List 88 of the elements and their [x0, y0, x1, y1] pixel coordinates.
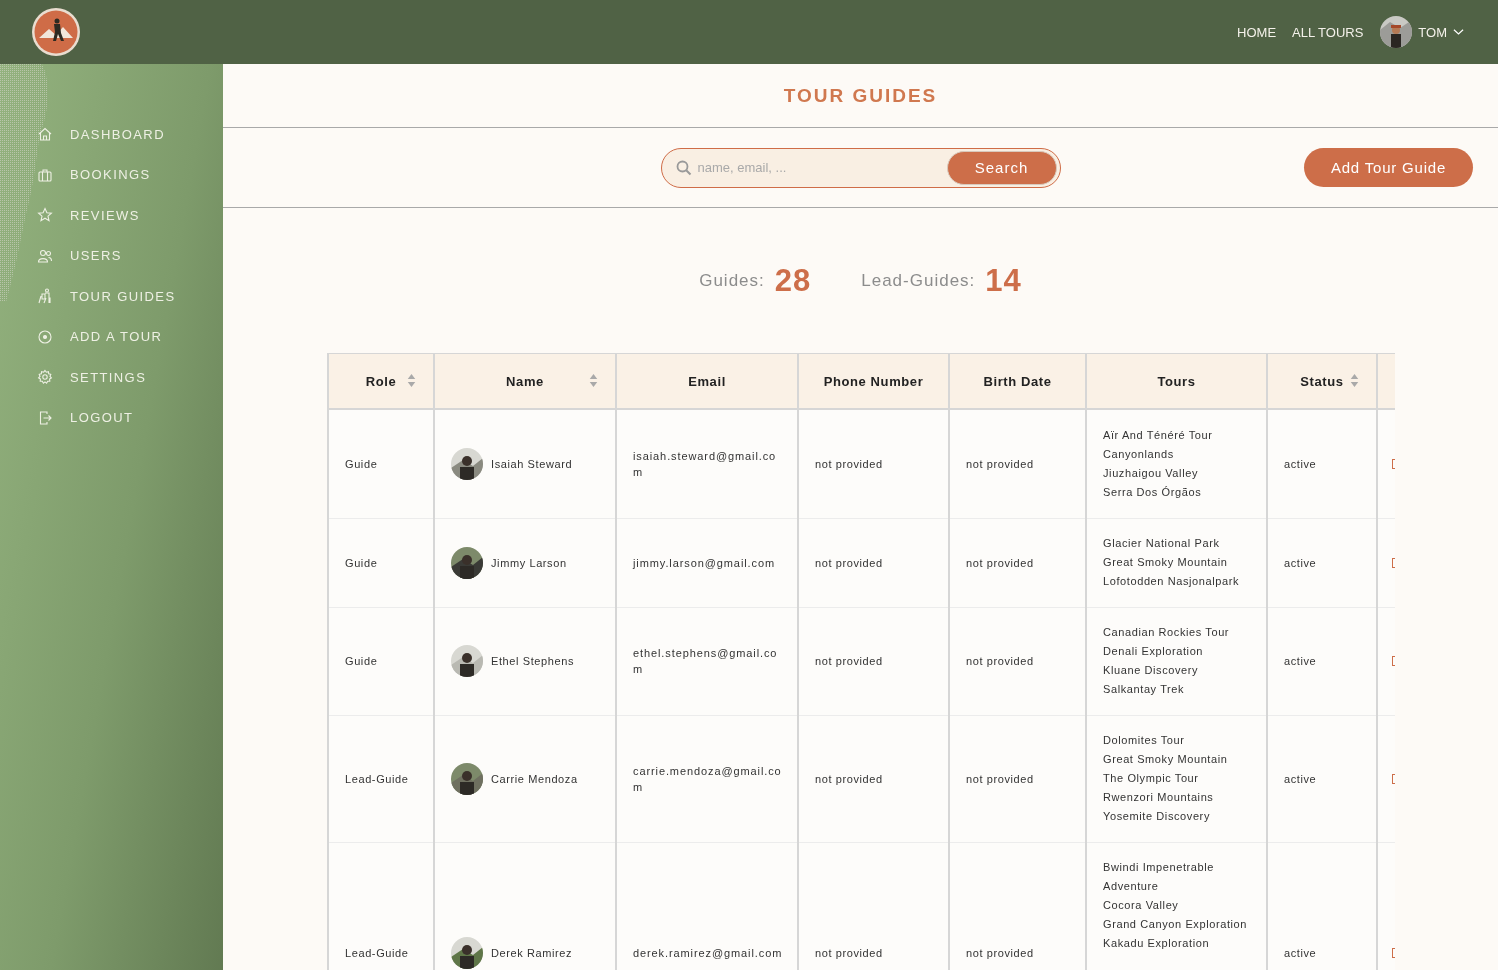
sidebar-item[interactable]: LOGOUT [37, 397, 223, 438]
tour-name: Denali Exploration [1103, 644, 1205, 659]
briefcase-icon [37, 166, 53, 183]
nav-link[interactable]: HOME [1237, 24, 1277, 40]
logo-icon[interactable] [31, 7, 81, 57]
page-title: TOUR GUIDES [783, 84, 938, 107]
tour-name: Bwindi Impenetrable Adventure [1103, 859, 1216, 894]
table-cell-text: derek.ramirez@gmail.com [633, 946, 784, 961]
tour-name: The Olympic Tour [1103, 771, 1200, 786]
sidebar-item[interactable]: ADD A TOUR [37, 316, 223, 357]
tour-name: Serra Dos Órgãos [1103, 484, 1203, 500]
table-cell: not provided [798, 518, 949, 607]
tour-name: Cocora Valley [1103, 897, 1180, 913]
tour-name: Kluane Discovery [1103, 663, 1200, 678]
table-cell: not provided [798, 715, 949, 842]
table-cell: not provided [798, 842, 949, 970]
table-cell: not provided [798, 607, 949, 715]
nav-link[interactable]: ALL TOURS [1292, 24, 1364, 40]
tour-name: Canadian Rockies Tour [1103, 625, 1231, 640]
table-cell: not provided [949, 409, 1086, 518]
stat-label: Guides: [699, 271, 765, 291]
table-cell: Guide [328, 607, 434, 715]
guide-name: Isaiah Steward [491, 457, 573, 470]
stat-value: 28 [774, 263, 812, 299]
tour-name: Jiuzhaigou Valley [1103, 465, 1199, 481]
table-cell: Guide [328, 518, 434, 607]
tour-name: Great Smoky Mountain [1103, 752, 1229, 767]
table-cell: Guide [328, 409, 434, 518]
column-header[interactable]: Role [328, 353, 434, 409]
tour-name: Dolomites Tour [1103, 733, 1186, 748]
column-header[interactable]: Status [1267, 353, 1377, 409]
sidebar-item[interactable]: REVIEWS [37, 195, 223, 236]
column-header: Phone Number [798, 353, 949, 409]
column-header[interactable]: Name [434, 353, 616, 409]
table-cell: active [1267, 518, 1377, 607]
tour-name: Glacier National Park [1103, 536, 1221, 551]
table-cell: not provided [949, 518, 1086, 607]
table-cell-text: ethel.stephens@gmail.com [633, 646, 779, 677]
tour-name: Salkantay Trek [1103, 682, 1186, 697]
gear-icon [37, 369, 53, 386]
table-cell: active [1267, 409, 1377, 518]
tour-name: Canyonlands [1103, 446, 1175, 462]
guide-name: Derek Ramirez [491, 947, 573, 959]
table-cell-text: carrie.mendoza@gmail.com [633, 763, 783, 795]
tour-name: Great Smoky Mountain [1103, 555, 1229, 570]
tour-name: Grand Canyon Exploration [1103, 916, 1249, 932]
sort-icon [1350, 373, 1359, 388]
column-header: Tours [1086, 353, 1267, 409]
table-cell: not provided [949, 842, 1086, 970]
guide-name: Jimmy Larson [491, 556, 567, 569]
tour-name: Aïr And Ténéré Tour [1103, 427, 1214, 443]
guide-name: Ethel Stephens [491, 655, 574, 667]
tour-name: Yosemite Discovery [1103, 809, 1211, 824]
table-cell: not provided [949, 715, 1086, 842]
sidebar-item[interactable]: TOUR GUIDES [37, 276, 223, 317]
star-icon [37, 207, 53, 224]
column-header: Email [616, 353, 798, 409]
table-cell: not provided [798, 409, 949, 518]
home-icon [37, 126, 53, 143]
table-cell: active [1267, 842, 1377, 970]
users-icon [37, 247, 53, 264]
stat-label: Lead-Guides: [861, 271, 976, 291]
user-menu[interactable]: TOM [1418, 24, 1464, 40]
tour-name: Kakadu Exploration [1103, 935, 1211, 951]
logout-icon [37, 409, 53, 426]
tour-name: Lofotodden Nasjonalpark [1103, 574, 1241, 589]
search-field[interactable]: name, email, ... Search [660, 147, 1061, 188]
search-icon [675, 159, 692, 176]
sort-icon [407, 373, 416, 388]
sort-icon [589, 373, 598, 388]
table-cell: active [1267, 715, 1377, 842]
column-header: Birth Date [949, 353, 1086, 409]
table-cell: active [1267, 607, 1377, 715]
sidebar-item[interactable]: DASHBOARD [37, 114, 223, 155]
table-cell-text: jimmy.larson@gmail.com [633, 555, 776, 571]
caret-icon [1453, 28, 1464, 36]
sidebar-item[interactable]: USERS [37, 235, 223, 276]
sidebar-item[interactable]: SETTINGS [37, 357, 223, 398]
table-cell: Lead-Guide [328, 842, 434, 970]
add-tour-guide-button[interactable]: Add Tour Guide [1304, 148, 1473, 187]
stat-value: 14 [985, 263, 1022, 299]
table-cell-text: isaiah.steward@gmail.com [633, 448, 778, 480]
sidebar-item[interactable]: BOOKINGS [37, 154, 223, 195]
guide-name: Carrie Mendoza [491, 772, 578, 785]
tour-name: Rwenzori Mountains [1103, 790, 1215, 805]
table-cell: not provided [949, 607, 1086, 715]
table-cell: Lead-Guide [328, 715, 434, 842]
search-button[interactable]: Search [946, 150, 1057, 185]
